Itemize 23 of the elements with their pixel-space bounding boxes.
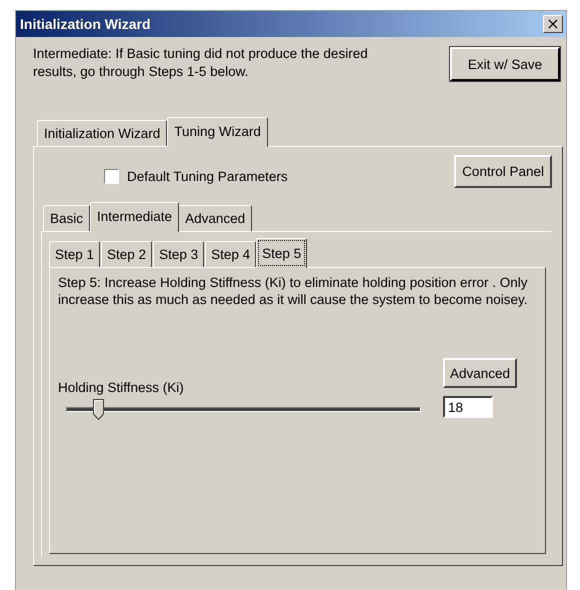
step-description: Step 5: Increase Holding Stiffness (Ki) to eliminate holding position error . Only increase this as much as needed as it will cause the system to become noisey. bbox=[58, 274, 528, 308]
tab[interactable]: Basic bbox=[43, 205, 90, 231]
slider[interactable] bbox=[66, 399, 421, 420]
tab[interactable]: Step 4 bbox=[205, 241, 256, 267]
tab[interactable]: Step 1 bbox=[49, 241, 100, 267]
control-panel-button[interactable]: Control Panel bbox=[454, 155, 552, 188]
slider-thumb[interactable] bbox=[92, 399, 104, 420]
slider-label: Holding Stiffness (Ki) bbox=[58, 380, 185, 395]
checkbox-label: Default Tuning Parameters bbox=[127, 169, 288, 184]
advanced-button[interactable]: Advanced bbox=[442, 358, 517, 388]
value-field[interactable]: 18 bbox=[442, 396, 493, 418]
window-title: Initialization Wizard bbox=[20, 16, 151, 32]
tab[interactable]: Tuning Wizard bbox=[167, 117, 268, 147]
tab[interactable]: Step 5 bbox=[256, 238, 308, 268]
exit-save-button[interactable]: Exit w/ Save bbox=[450, 47, 560, 81]
tab[interactable]: Advanced bbox=[178, 205, 252, 231]
tab[interactable]: Initialization Wizard bbox=[37, 120, 168, 146]
tab[interactable]: Intermediate bbox=[90, 202, 180, 232]
checkbox[interactable] bbox=[104, 169, 119, 184]
intro-text: Intermediate: If Basic tuning did not produce the desired results, go through Steps 1-5 below. bbox=[33, 45, 369, 81]
close-button[interactable]: × bbox=[543, 15, 563, 33]
tab[interactable]: Step 3 bbox=[153, 241, 204, 267]
tab[interactable]: Step 2 bbox=[101, 241, 152, 267]
